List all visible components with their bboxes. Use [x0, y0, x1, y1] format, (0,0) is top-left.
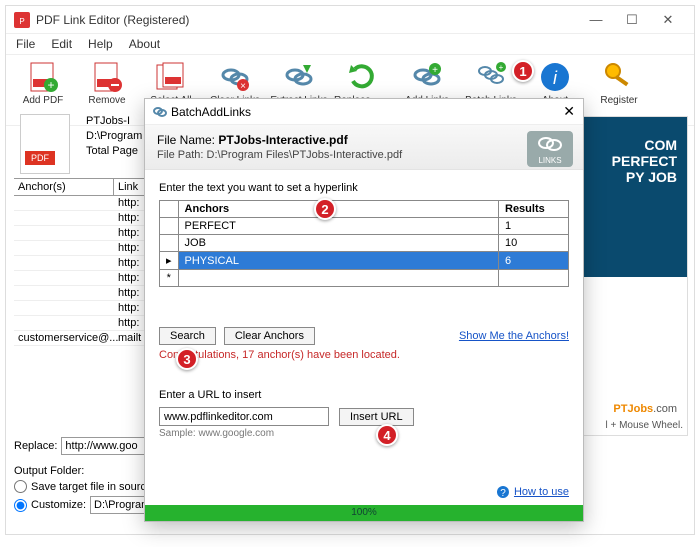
table-row: PERFECT1 [160, 218, 569, 235]
add-pdf-icon: + [27, 61, 59, 93]
zoom-hint: l + Mouse Wheel. [605, 420, 683, 431]
help-icon: ? [496, 485, 510, 499]
customize-radio[interactable] [14, 499, 27, 512]
url-sample: Sample: www.google.com [159, 428, 569, 439]
remove-icon [91, 61, 123, 93]
register-icon [603, 61, 635, 93]
select-all-icon [155, 61, 187, 93]
clear-links-icon: × [219, 61, 251, 93]
clear-anchors-button[interactable]: Clear Anchors [224, 327, 315, 345]
batch-add-links-dialog: BatchAddLinks ✕ File Name: PTJobs-Intera… [144, 98, 584, 522]
minimize-button[interactable]: — [578, 12, 614, 27]
main-window: P PDF Link Editor (Registered) — ☐ ✕ Fil… [5, 5, 695, 535]
anchors-table[interactable]: AnchorsResults PERFECT1 JOB10 ▸PHYSICAL6… [159, 200, 569, 287]
svg-text:?: ? [500, 488, 506, 499]
dialog-header: File Name: PTJobs-Interactive.pdf File P… [145, 125, 583, 170]
callout-1: 1 [512, 60, 534, 82]
save-in-source-radio[interactable] [14, 480, 27, 493]
dialog-icon [153, 105, 167, 119]
menu-bar: File Edit Help About [6, 34, 694, 55]
add-links-icon: + [411, 61, 443, 93]
insert-url-button[interactable]: Insert URL [339, 408, 414, 426]
file-info: PTJobs-I D:\Program Total Page [86, 114, 142, 159]
add-pdf-button[interactable]: +Add PDF [14, 61, 72, 117]
batch-links-icon: + [475, 61, 507, 93]
pdf-file-icon [20, 114, 70, 174]
callout-3: 3 [176, 348, 198, 370]
title-bar: P PDF Link Editor (Registered) — ☐ ✕ [6, 6, 694, 34]
close-button[interactable]: ✕ [650, 12, 686, 28]
status-message: Congratulations, 17 anchor(s) have been … [159, 349, 569, 361]
menu-edit[interactable]: Edit [51, 37, 72, 51]
show-me-anchors-link[interactable]: Show Me the Anchors! [459, 330, 569, 342]
output-folder-label: Output Folder: [14, 465, 84, 477]
callout-2: 2 [314, 198, 336, 220]
replace-label: Replace: [14, 440, 57, 452]
remove-button[interactable]: Remove [78, 61, 136, 117]
menu-file[interactable]: File [16, 37, 35, 51]
svg-text:P: P [19, 17, 24, 26]
anchor-prompt: Enter the text you want to set a hyperli… [159, 182, 569, 194]
app-icon: P [14, 12, 30, 28]
preview-brand: PTJobs.com [613, 403, 677, 415]
extract-links-icon [283, 61, 315, 93]
window-title: PDF Link Editor (Registered) [36, 13, 578, 27]
svg-text:+: + [432, 65, 438, 76]
dialog-close-icon[interactable]: ✕ [563, 103, 575, 120]
search-button[interactable]: Search [159, 327, 216, 345]
how-to-use-link[interactable]: ? How to use [496, 485, 569, 499]
progress-bar: 100% [145, 505, 583, 521]
maximize-button[interactable]: ☐ [614, 12, 650, 28]
svg-text:+: + [499, 63, 504, 72]
dialog-titlebar: BatchAddLinks ✕ [145, 99, 583, 125]
links-badge-icon: LINKS [527, 131, 573, 167]
register-button[interactable]: Register [590, 61, 648, 117]
about-icon: i [539, 61, 571, 93]
menu-help[interactable]: Help [88, 37, 113, 51]
svg-text:×: × [240, 81, 246, 92]
svg-text:+: + [47, 78, 54, 92]
replace-links-icon [347, 61, 379, 93]
table-row-new: * [160, 270, 569, 287]
url-label: Enter a URL to insert [159, 389, 569, 401]
table-row: JOB10 [160, 235, 569, 252]
menu-about[interactable]: About [129, 37, 160, 51]
dialog-title: BatchAddLinks [171, 105, 563, 119]
table-row-selected: ▸PHYSICAL6 [160, 252, 569, 270]
url-input[interactable] [159, 407, 329, 426]
callout-4: 4 [376, 424, 398, 446]
